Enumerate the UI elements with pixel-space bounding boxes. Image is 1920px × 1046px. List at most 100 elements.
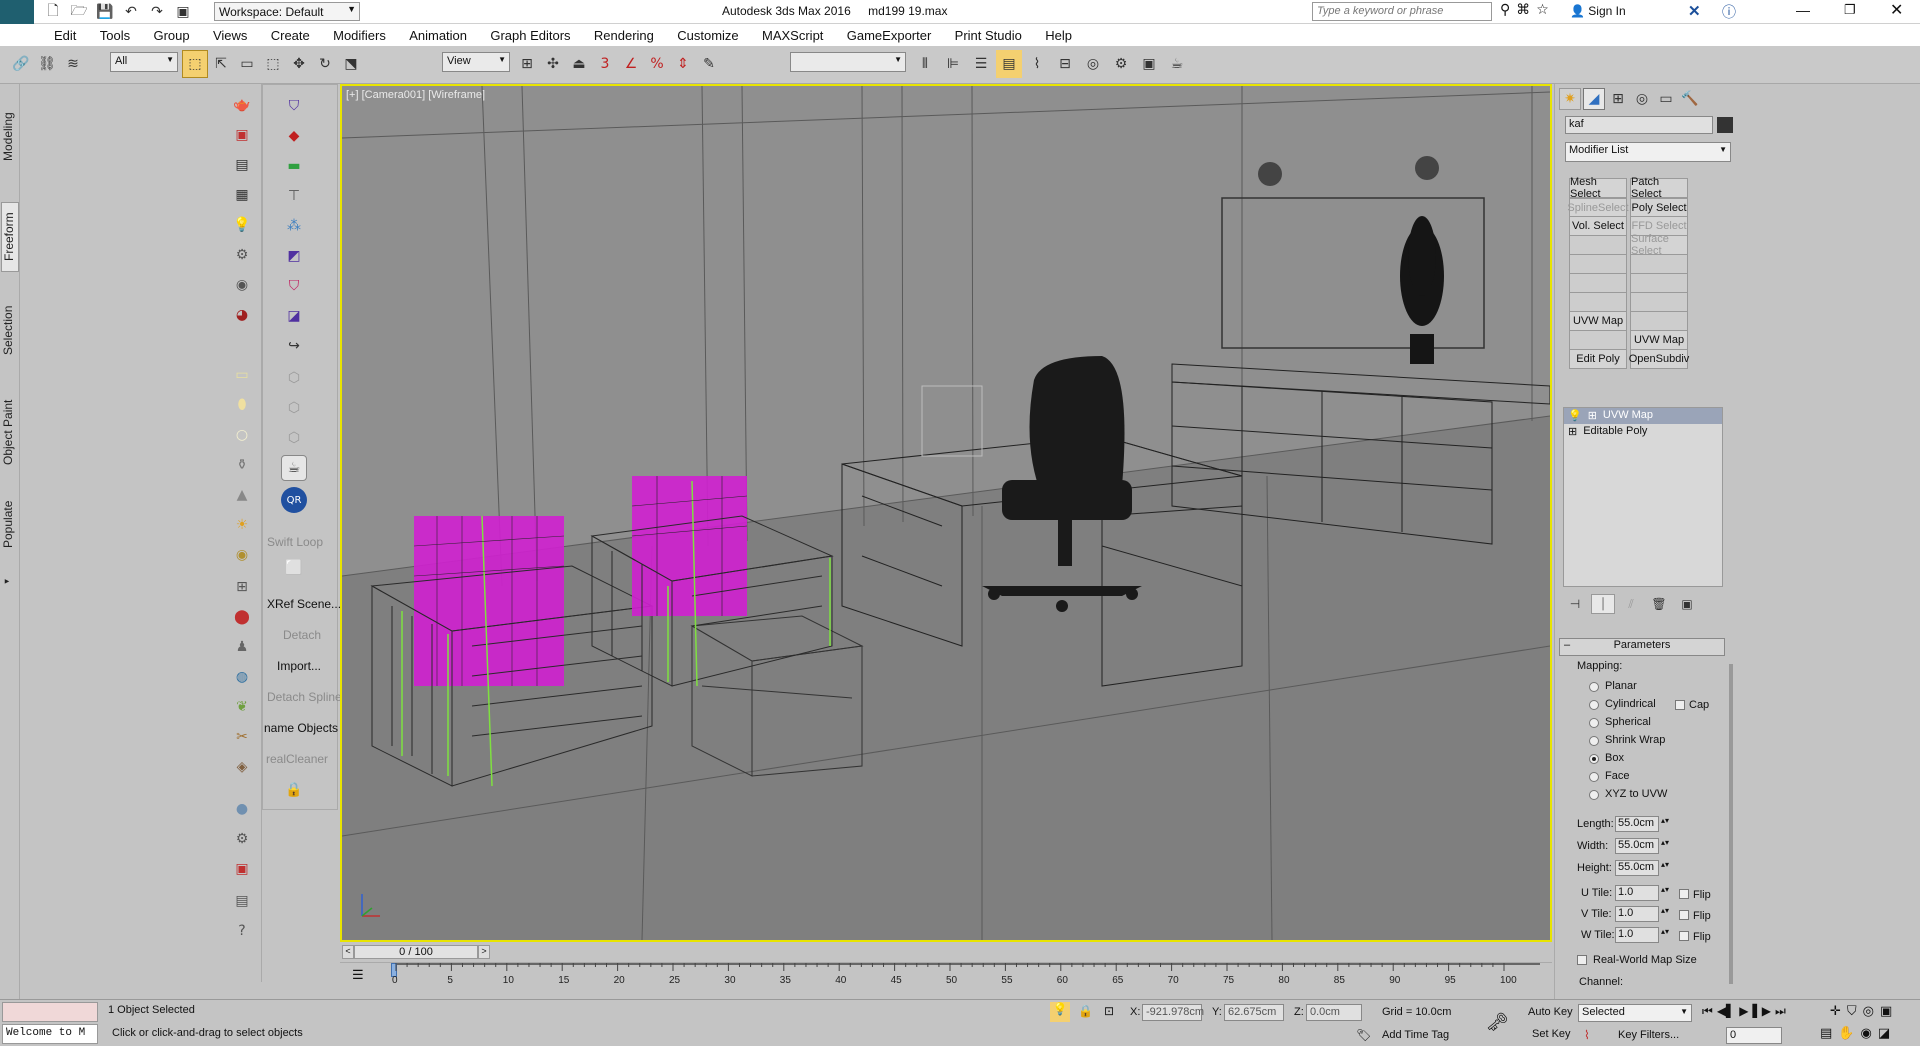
- set-key-button[interactable]: Set Key: [1532, 1028, 1571, 1040]
- modifier-button[interactable]: [1569, 254, 1627, 274]
- walkthrough-icon[interactable]: ◉: [1860, 1026, 1871, 1041]
- layers-icon[interactable]: ▤: [229, 888, 255, 914]
- next-frame-icon[interactable]: ▌▶: [1753, 1004, 1771, 1019]
- modifier-button[interactable]: Edit Poly: [1569, 349, 1627, 369]
- y-coordinate-field[interactable]: 62.675cm: [1224, 1004, 1284, 1021]
- screen-icon[interactable]: ▬: [281, 153, 307, 179]
- maximize-viewport-icon[interactable]: ▣: [1880, 1004, 1892, 1019]
- open-file-icon[interactable]: 🗁: [68, 2, 90, 22]
- menu-customize[interactable]: Customize: [667, 24, 748, 43]
- modifier-button[interactable]: [1569, 330, 1627, 350]
- favorites-star-icon[interactable]: ☆: [1536, 2, 1549, 18]
- select-and-move-icon[interactable]: ✥: [286, 50, 312, 78]
- vtile-spinner[interactable]: 1.0: [1615, 906, 1659, 922]
- make-unique-icon[interactable]: ⫽: [1619, 594, 1643, 614]
- menu-rendering[interactable]: Rendering: [584, 24, 664, 43]
- real-world-checkbox[interactable]: [1577, 955, 1587, 965]
- shield-icon[interactable]: ⛉: [281, 93, 307, 119]
- mapping-radio[interactable]: [1589, 790, 1599, 800]
- tree-icon[interactable]: ❦: [229, 694, 255, 720]
- select-and-rotate-icon[interactable]: ↻: [312, 50, 338, 78]
- menu-group[interactable]: Group: [143, 24, 199, 43]
- mapping-radio[interactable]: [1589, 700, 1599, 710]
- menu-maxscript[interactable]: MAXScript: [752, 24, 833, 43]
- plane-icon[interactable]: ▭: [229, 362, 255, 388]
- new-file-icon[interactable]: 🗋: [42, 2, 64, 22]
- sign-in-button[interactable]: 👤 Sign In: [1570, 4, 1626, 18]
- z-coordinate-field[interactable]: 0.0cm: [1306, 1004, 1362, 1021]
- object-name-field[interactable]: kaf: [1565, 116, 1713, 134]
- mini-curve-editor-icon[interactable]: ☰: [352, 967, 364, 983]
- spinner-snap-icon[interactable]: ⇕: [670, 50, 696, 78]
- modifier-button[interactable]: [1569, 235, 1627, 255]
- render-setup-icon[interactable]: ⚙: [1108, 50, 1134, 78]
- bind-space-warp-icon[interactable]: ≋: [60, 50, 86, 78]
- key-mode-dropdown[interactable]: Selected ▼: [1578, 1004, 1692, 1022]
- edit-named-selection-icon[interactable]: ✎: [696, 50, 722, 78]
- mapping-radio[interactable]: [1589, 682, 1599, 692]
- help-circle-icon[interactable]: ?: [229, 918, 255, 944]
- viewport-camera[interactable]: [+] [Camera001] [Wireframe]: [340, 84, 1552, 942]
- tab-object-paint[interactable]: Object Paint: [1, 382, 19, 482]
- texture-icon[interactable]: ◈: [229, 754, 255, 780]
- mirror-icon[interactable]: ⫴: [912, 50, 938, 78]
- render-setup-icon[interactable]: ◕: [229, 302, 255, 328]
- box-outline-icon[interactable]: ⬜: [281, 555, 307, 581]
- table-icon[interactable]: ▦: [229, 182, 255, 208]
- rectangular-selection-icon[interactable]: ▭: [234, 50, 260, 78]
- settings-icon[interactable]: ⚙: [229, 826, 255, 852]
- v-flip-checkbox[interactable]: [1679, 910, 1689, 920]
- field-of-view-icon[interactable]: ◪: [1878, 1026, 1890, 1041]
- modifier-button[interactable]: [1630, 273, 1688, 293]
- modifier-button[interactable]: Vol. Select: [1569, 216, 1627, 236]
- zoom-all-icon[interactable]: ⛉: [1847, 1004, 1857, 1019]
- lock-icon[interactable]: 🔒: [1078, 1004, 1093, 1018]
- modifier-button[interactable]: UVW Map: [1569, 311, 1627, 331]
- modifier-button[interactable]: Patch Select: [1630, 176, 1688, 200]
- camera-icon[interactable]: ◉: [229, 272, 255, 298]
- panel-scrollbar[interactable]: [1729, 664, 1733, 984]
- sphere-material-icon[interactable]: ●: [229, 796, 255, 822]
- time-slider-next-icon[interactable]: >: [478, 945, 490, 959]
- x-coordinate-field[interactable]: -921.978cm: [1142, 1004, 1204, 1021]
- create-tab-icon[interactable]: ✷: [1559, 88, 1581, 110]
- select-and-scale-icon[interactable]: ⬔: [338, 50, 364, 78]
- gear-icon[interactable]: ⚙: [229, 242, 255, 268]
- utilities-tab-icon[interactable]: 🔨: [1679, 88, 1701, 110]
- cube-icon[interactable]: ◩: [281, 243, 307, 269]
- maxscript-listener[interactable]: Welcome to M: [2, 1024, 98, 1044]
- time-tag-icon[interactable]: 🏷: [1356, 1028, 1371, 1042]
- lock-icon[interactable]: 🔒: [281, 777, 307, 803]
- layer-explorer-icon[interactable]: ☰: [968, 50, 994, 78]
- modifier-button[interactable]: UVW Map: [1630, 330, 1688, 350]
- width-spinner[interactable]: 55.0cm: [1615, 838, 1659, 854]
- menu-views[interactable]: Views: [203, 24, 257, 43]
- mapping-radio[interactable]: [1589, 772, 1599, 782]
- modifier-button[interactable]: Mesh Select: [1569, 176, 1627, 200]
- render-icon[interactable]: ▣: [229, 122, 255, 148]
- person-icon[interactable]: ♟: [229, 634, 255, 660]
- pan-hand-icon[interactable]: ✋: [1838, 1026, 1854, 1041]
- detach-button[interactable]: Detach: [283, 628, 321, 642]
- menu-create[interactable]: Create: [261, 24, 320, 43]
- redo-icon[interactable]: ↷: [146, 2, 168, 22]
- mapping-radio[interactable]: [1589, 736, 1599, 746]
- modifier-button[interactable]: [1630, 311, 1688, 331]
- zoom-icon[interactable]: ✛: [1830, 1004, 1841, 1019]
- configure-sets-icon[interactable]: ▣: [1675, 594, 1699, 614]
- basket-icon[interactable]: ⚱: [229, 452, 255, 478]
- menu-modifiers[interactable]: Modifiers: [323, 24, 396, 43]
- gem-icon[interactable]: ◆: [281, 123, 307, 149]
- sun-icon[interactable]: ☀: [229, 512, 255, 538]
- display-tab-icon[interactable]: ▭: [1655, 88, 1677, 110]
- subscription-icon[interactable]: ⌘: [1516, 2, 1530, 18]
- help-icon[interactable]: ⓘ: [1722, 2, 1736, 22]
- menu-animation[interactable]: Animation: [399, 24, 477, 43]
- menu-graph-editors[interactable]: Graph Editors: [480, 24, 580, 43]
- toggle-ribbon-icon[interactable]: ▤: [996, 50, 1022, 78]
- minimize-button[interactable]: —: [1796, 2, 1810, 18]
- key-icon[interactable]: 🗝: [1486, 1012, 1509, 1033]
- modifier-button[interactable]: Surface Select: [1630, 233, 1688, 257]
- named-selection-dropdown[interactable]: ▼: [790, 52, 906, 72]
- parameters-rollout-header[interactable]: – Parameters: [1559, 638, 1725, 656]
